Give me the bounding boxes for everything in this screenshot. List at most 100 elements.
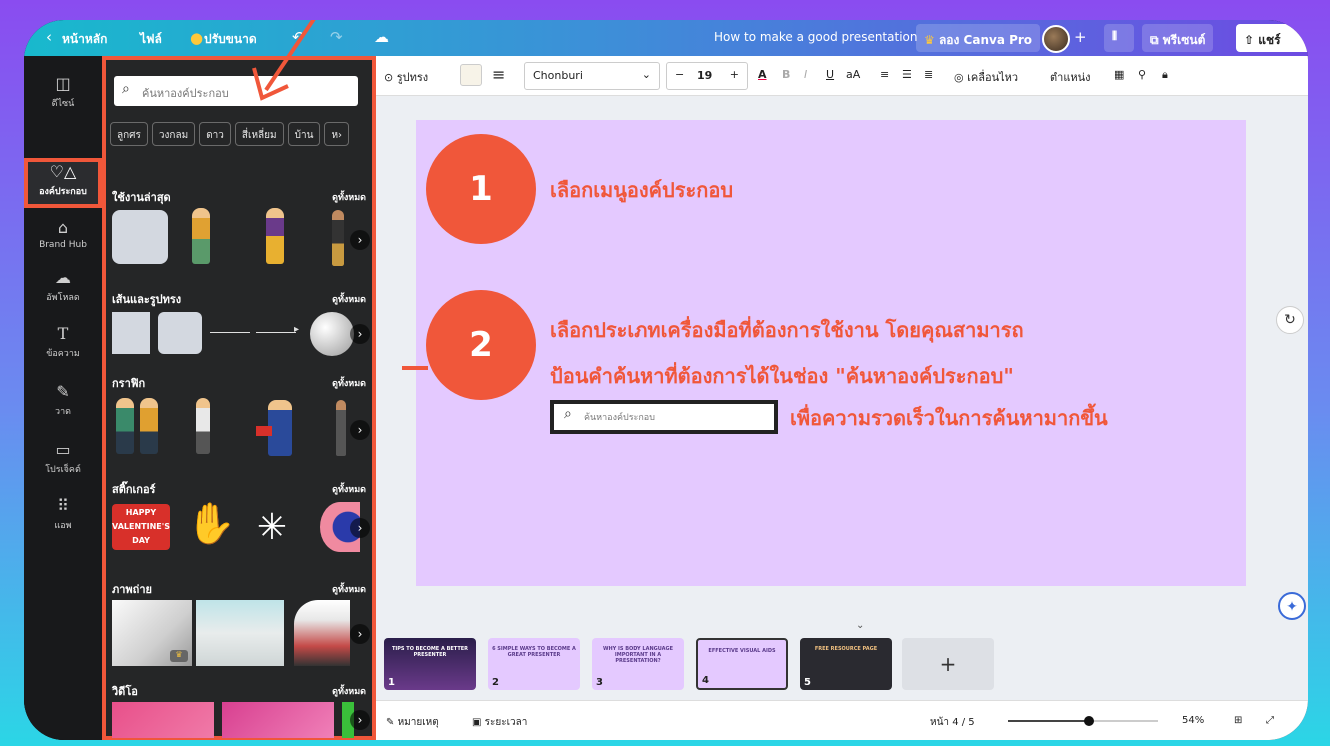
font-select[interactable]: Chonburi ⌄ (524, 62, 660, 90)
recent-person-figure[interactable] (192, 208, 210, 264)
underline-icon[interactable]: U (826, 68, 834, 81)
present-button[interactable]: ⧉ พรีเซนต์ (1142, 24, 1214, 52)
home-button[interactable]: หน้าหลัก (62, 30, 107, 49)
transparency-icon[interactable]: ▦ (1114, 68, 1124, 81)
recent-person-figure[interactable] (332, 210, 344, 266)
photo-white-room[interactable]: ♛ (112, 600, 192, 666)
color-swatch[interactable] (460, 64, 482, 86)
bold-icon[interactable]: B (782, 68, 790, 81)
video-pink[interactable] (222, 702, 334, 738)
slide-canvas[interactable]: 1 เลือกเมนูองค์ประกอบ 2 เลือกประเภทเครื่… (416, 120, 1246, 586)
position-button[interactable]: ตำแหน่ง (1050, 68, 1091, 86)
redo-icon[interactable]: ↷ (330, 28, 343, 46)
spacing-icon[interactable]: ≣ (924, 68, 933, 81)
section-graphics-see-all[interactable]: ดูทั้งหมด (332, 376, 366, 390)
graphic-person[interactable] (196, 398, 210, 454)
starburst-icon[interactable]: ✳ (246, 504, 298, 552)
insights-button[interactable]: ⫴ (1104, 24, 1134, 52)
add-collaborator-icon[interactable]: + (1074, 28, 1087, 46)
page-indicator[interactable]: หน้า 4 / 5 (930, 715, 975, 730)
rail-item-uploads[interactable]: ☁ อัพโหลด (24, 268, 102, 304)
undo-icon[interactable]: ↶ (292, 28, 305, 46)
shape-sphere[interactable] (310, 312, 354, 356)
page-thumb[interactable]: WHY IS BODY LANGUAGE IMPORTANT IN A PRES… (592, 638, 684, 690)
file-menu[interactable]: ไฟล์ (140, 30, 162, 49)
hand-pointer-icon[interactable]: ✋ (186, 500, 236, 547)
chip-square[interactable]: สี่เหลี่ยม (234, 122, 284, 146)
font-size-value[interactable]: 19 (697, 69, 712, 82)
lock-icon[interactable]: 🔒︎ (1162, 68, 1168, 82)
chip-more[interactable]: ห› (324, 122, 350, 146)
recent-rounded-rect[interactable] (112, 210, 168, 264)
rail-item-elements[interactable]: ♡△ องค์ประกอบ (24, 162, 102, 198)
graphic-person[interactable] (116, 398, 134, 454)
video-laptop[interactable] (112, 702, 214, 738)
shape-line[interactable] (210, 332, 250, 333)
chip-star[interactable]: ดาว (199, 122, 231, 146)
increase-size-icon[interactable]: + (730, 68, 739, 81)
page-thumb[interactable]: TIPS TO BECOME A BETTER PRESENTER 1 (384, 638, 476, 690)
chevron-left-icon[interactable]: ‹ (46, 28, 52, 46)
align-center-icon[interactable]: ≡ (880, 68, 889, 81)
text-styles-icon[interactable]: ≡ (492, 65, 505, 84)
timer-button[interactable]: ▣ ระยะเวลา (472, 715, 527, 730)
rail-item-design[interactable]: ◫ ดีไซน์ (24, 74, 102, 110)
refresh-icon[interactable]: ↻ (1276, 306, 1304, 334)
rail-item-apps[interactable]: ⠿ แอพ (24, 496, 102, 532)
photo-office[interactable] (196, 600, 284, 666)
shape-square[interactable] (112, 312, 150, 354)
magic-icon[interactable]: ✦ (1278, 592, 1306, 620)
section-recent-see-all[interactable]: ดูทั้งหมด (332, 190, 366, 204)
zoom-percentage[interactable]: 54% (1182, 715, 1204, 726)
section-videos-see-all[interactable]: ดูทั้งหมด (332, 684, 366, 698)
sticker-valentines[interactable]: HAPPY VALENTINE'S DAY (112, 504, 170, 550)
italic-icon[interactable]: I (804, 68, 807, 81)
shapes-next-arrow[interactable]: › (350, 324, 370, 344)
animate-button[interactable]: ◎ เคลื่อนไหว (954, 68, 1018, 86)
page-thumb-current[interactable]: EFFECTIVE VISUAL AIDS 4 (696, 638, 788, 690)
section-shapes-see-all[interactable]: ดูทั้งหมด (332, 292, 366, 306)
shape-button[interactable]: ⊙ รูปทรง (384, 68, 428, 86)
shape-rounded-square[interactable] (158, 312, 202, 354)
graphic-person[interactable] (140, 398, 158, 454)
decrease-size-icon[interactable]: − (675, 68, 684, 81)
chip-house[interactable]: บ้าน (287, 122, 321, 146)
fullscreen-icon[interactable]: ⤢ (1266, 715, 1274, 726)
shape-arrow-line[interactable] (256, 332, 296, 333)
add-page-button[interactable]: + (902, 638, 994, 690)
graphic-person[interactable] (336, 400, 346, 456)
rail-item-text[interactable]: T ข้อความ (24, 324, 102, 360)
section-photos-see-all[interactable]: ดูทั้งหมด (332, 582, 366, 596)
chip-circle[interactable]: วงกลม (151, 122, 196, 146)
recent-next-arrow[interactable]: › (350, 230, 370, 250)
list-icon[interactable]: ☰ (902, 68, 912, 81)
rail-item-brand-hub[interactable]: ⌂ Brand Hub (24, 218, 102, 250)
videos-next-arrow[interactable]: › (350, 710, 370, 730)
photos-next-arrow[interactable]: › (350, 624, 370, 644)
graphics-next-arrow[interactable]: › (350, 420, 370, 440)
stickers-next-arrow[interactable]: › (350, 518, 370, 538)
try-pro-button[interactable]: ♛ ลอง Canva Pro (916, 24, 1041, 52)
grid-view-icon[interactable]: ⊞ (1234, 715, 1242, 726)
rail-item-projects[interactable]: ▭ โปรเจ็คต์ (24, 440, 102, 476)
font-size-stepper[interactable]: − 19 + (666, 62, 748, 90)
recent-person-figure[interactable] (266, 208, 284, 264)
cloud-saved-icon[interactable]: ☁ (374, 28, 389, 46)
section-stickers-see-all[interactable]: ดูทั้งหมด (332, 482, 366, 496)
document-title[interactable]: How to make a good presentation (714, 30, 917, 44)
page-thumb[interactable]: 6 SIMPLE WAYS TO BECOME A GREAT PRESENTE… (488, 638, 580, 690)
zoom-slider-track[interactable] (1008, 716, 1158, 726)
text-color-icon[interactable]: A (758, 68, 767, 81)
resize-button[interactable]: ปรับขนาด (204, 30, 257, 49)
avatar[interactable] (1042, 25, 1070, 53)
page-thumb[interactable]: FREE RESOURCE PAGE 5 (800, 638, 892, 690)
rail-item-draw[interactable]: ✎ วาด (24, 382, 102, 418)
notes-button[interactable]: ✎ หมายเหตุ (386, 715, 439, 730)
chip-arrow[interactable]: ลูกศร (110, 122, 148, 146)
zoom-slider-handle[interactable] (1084, 716, 1094, 726)
photo-man-laptop[interactable] (294, 600, 350, 666)
share-button[interactable]: ⇧ แชร์ (1236, 24, 1308, 52)
elements-search-input[interactable]: ⌕ ค้นหาองค์ประกอบ (114, 76, 358, 106)
case-icon[interactable]: aA (846, 68, 860, 81)
paint-format-icon[interactable]: ⚲ (1138, 68, 1146, 81)
